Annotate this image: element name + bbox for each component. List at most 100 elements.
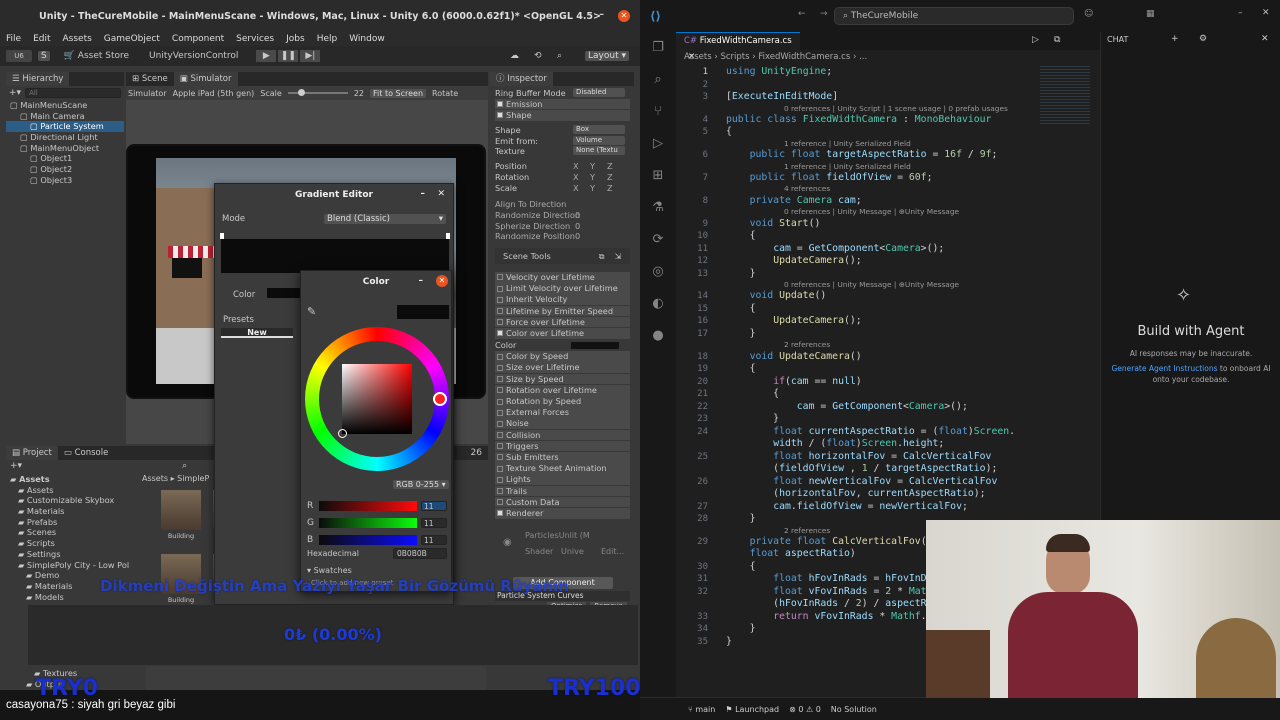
chat-close-icon[interactable]: ✕ (1261, 34, 1269, 44)
tab-project[interactable]: ▤ Project (6, 446, 58, 460)
hue-wheel[interactable] (305, 327, 449, 471)
tab-inspector[interactable]: ⓘ Inspector (490, 72, 553, 86)
material-name[interactable]: ParticlesUnlit (M (525, 531, 590, 540)
run-icon[interactable]: ▷ (1032, 35, 1039, 45)
rotate-button[interactable]: Rotate (432, 89, 458, 98)
close-icon[interactable]: ✕ (618, 10, 630, 22)
hierarchy-item[interactable]: ▢ Object3 (6, 175, 124, 186)
chat-settings-icon[interactable]: ⚙ (1199, 34, 1207, 44)
menu-help[interactable]: Help (317, 34, 338, 44)
module-checkbox[interactable] (497, 112, 503, 119)
code-line[interactable]: 2 (676, 79, 1100, 92)
hierarchy-item[interactable]: ▢ MainMenuScane (6, 100, 124, 111)
module-checkbox[interactable] (497, 465, 503, 472)
shape-option[interactable]: Spherize Direction 0 (495, 221, 630, 232)
module-collision[interactable]: Collision (495, 429, 630, 441)
hierarchy-search-input[interactable]: All (25, 88, 121, 98)
unity-logo-icon[interactable]: U6 (6, 50, 32, 62)
codelens-hint[interactable]: 0 references | Unity Message | ⊕Unity Me… (784, 207, 959, 217)
code-line[interactable]: width / (float)Screen.height; (676, 438, 1100, 451)
module-sub-emitters[interactable]: Sub Emitters (495, 451, 630, 463)
shape-option[interactable]: Randomize Position 0 (495, 231, 630, 242)
color-minimize-icon[interactable]: – (419, 276, 424, 286)
shape-field[interactable]: Texture None (Textu (495, 146, 630, 157)
step-icon[interactable]: ▶| (300, 50, 321, 62)
command-center-search[interactable]: ⌕ TheCureMobile (834, 7, 1074, 25)
nav-back-icon[interactable]: ← (798, 9, 806, 19)
menu-file[interactable]: File (6, 34, 21, 44)
tab-fixedwidthcamera[interactable]: C# FixedWidthCamera.cs ✕ (676, 32, 800, 62)
new-chat-icon[interactable]: + (1171, 34, 1179, 44)
module-checkbox[interactable] (497, 443, 503, 450)
code-line[interactable]: 23 } (676, 413, 1100, 426)
remote-icon[interactable]: ◎ (640, 256, 676, 288)
hierarchy-item[interactable]: ▢ Object1 (6, 153, 124, 164)
module-checkbox[interactable] (497, 274, 503, 281)
code-line[interactable]: 6 public float targetAspectRatio = 16f /… (676, 149, 1100, 162)
codelens-hint[interactable]: 0 references | Unity Message | ⊕Unity Me… (784, 280, 959, 290)
nav-forward-icon[interactable]: → (820, 9, 828, 19)
add-icon[interactable]: +▾ (9, 88, 21, 98)
mode-dropdown[interactable]: Blend (Classic) ▾ (324, 214, 446, 224)
shape-field[interactable]: Emit from: Volume (495, 135, 630, 147)
vscode-minimize-icon[interactable]: – (1238, 8, 1243, 18)
transform-shape-icon[interactable]: ⇲ (615, 251, 622, 261)
source-control-icon[interactable]: ⑂ (640, 96, 676, 128)
scale-slider[interactable] (287, 89, 348, 96)
minimap[interactable] (1040, 66, 1090, 126)
module-checkbox[interactable] (497, 510, 503, 517)
codelens-hint[interactable]: 0 references | Unity Script | 1 scene us… (784, 104, 1008, 114)
module-color-over-lifetime[interactable]: Color over Lifetime (495, 327, 630, 339)
code-line[interactable]: (horizontalFov, currentAspectRatio); (676, 488, 1100, 501)
project-folder[interactable]: ▰ Settings (6, 549, 138, 560)
transform-scale[interactable]: Scale X Y Z (495, 183, 630, 194)
alpha-key-left[interactable] (220, 233, 224, 239)
code-line[interactable]: 22 cam = GetComponent<Camera>(); (676, 401, 1100, 414)
codelens-hint[interactable]: 2 references (784, 340, 830, 350)
breadcrumb-assets[interactable]: Assets (142, 474, 168, 483)
module-emission[interactable]: Emission (495, 98, 630, 110)
code-line[interactable]: 18 void UpdateCamera() (676, 351, 1100, 364)
account-dropdown[interactable]: S (38, 51, 50, 61)
codelens-hint[interactable]: 1 reference | Unity Serialized Field (784, 162, 911, 172)
code-line[interactable]: 4 public class FixedWidthCamera : MonoBeh… (676, 114, 1100, 127)
tab-console[interactable]: ▭ Console (58, 446, 114, 460)
module-checkbox[interactable] (497, 364, 503, 371)
module-external-forces[interactable]: External Forces (495, 407, 630, 418)
breadcrumb-simplepoly[interactable]: SimpleP (177, 474, 209, 483)
shape-option[interactable]: Randomize Direction 0 (495, 210, 630, 221)
search-icon[interactable]: ⌕ (557, 51, 562, 61)
module-checkbox[interactable] (497, 387, 503, 394)
tab-hierarchy[interactable]: ☰ Hierarchy (6, 72, 70, 86)
module-checkbox[interactable] (497, 353, 503, 360)
code-line[interactable]: 11 cam = GetComponent<Camera>(); (676, 243, 1100, 256)
hierarchy-item[interactable]: ▢ Object2 (6, 164, 124, 175)
module-checkbox[interactable] (497, 420, 503, 427)
tab-scene[interactable]: ⊞ Scene (126, 72, 174, 86)
tab-simulator[interactable]: ▣ Simulator (173, 72, 238, 86)
shape-field[interactable]: Shape Box (495, 125, 630, 136)
explorer-icon[interactable]: ❐ (640, 32, 676, 64)
module-checkbox[interactable] (497, 476, 503, 483)
code-line[interactable]: 27 cam.fieldOfView = newVerticalFov; (676, 501, 1100, 514)
module-checkbox[interactable] (497, 499, 503, 506)
module-rotation-over-lifetime[interactable]: Rotation over Lifetime (495, 384, 630, 396)
code-line[interactable]: 5{ (676, 126, 1100, 139)
module-size-over-lifetime[interactable]: Size over Lifetime (495, 362, 630, 374)
module-lights[interactable]: Lights (495, 474, 630, 485)
module-checkbox[interactable] (497, 488, 503, 494)
testing-icon[interactable]: ⚗ (640, 192, 676, 224)
project-folder[interactable]: ▰ SimplePoly City - Low Pol (6, 560, 138, 571)
r-input[interactable]: 11 (421, 500, 447, 511)
menu-services[interactable]: Services (236, 34, 274, 44)
device-dropdown[interactable]: Apple iPad (5th gen) (173, 89, 255, 98)
transform-position[interactable]: Position X Y Z (495, 161, 630, 172)
project-folder[interactable]: ▰ Scenes (6, 527, 138, 538)
code-line[interactable]: 20 if(cam == null) (676, 376, 1100, 389)
split-editor-icon[interactable]: ⧉ (1054, 35, 1060, 45)
code-line[interactable]: 8 private Camera cam; (676, 195, 1100, 208)
code-line[interactable]: 25 float horizontalFov = CalcVerticalFov (676, 451, 1100, 464)
code-line[interactable]: 15 { (676, 303, 1100, 316)
module-noise[interactable]: Noise (495, 418, 630, 430)
gradient-preview[interactable] (220, 233, 450, 273)
